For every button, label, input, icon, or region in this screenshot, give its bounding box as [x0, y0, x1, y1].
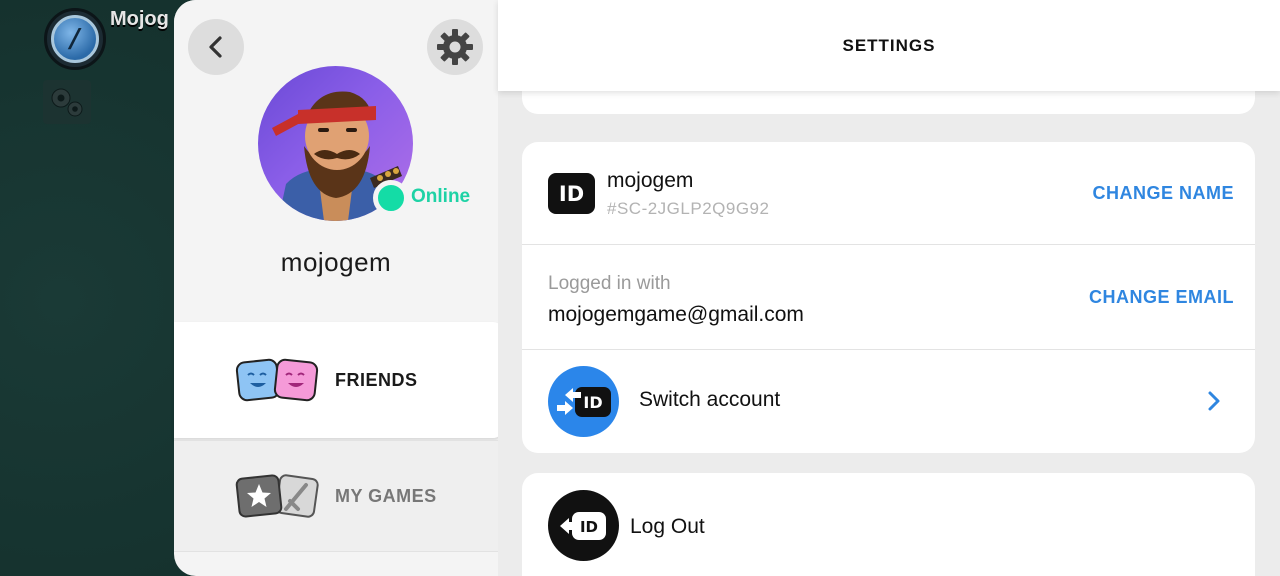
nav-item-my-games[interactable]: MY GAMES — [174, 440, 498, 552]
logout-arrow-icon: ID — [559, 511, 606, 540]
login-caption: Logged in with — [548, 273, 671, 294]
nav-item-my-games-label: MY GAMES — [335, 485, 437, 506]
profile-username: mojogem — [280, 247, 392, 277]
game-player-name: Mojog — [110, 8, 169, 30]
switch-account-badge-text: ID — [583, 393, 602, 412]
switch-account-icon: ID — [548, 366, 619, 437]
account-tag: #SC-2JGLP2Q9G92 — [607, 199, 770, 218]
logout-badge-text: ID — [579, 518, 597, 536]
settings-area: SETTINGS ID mojogem #SC-2JGLP2Q9G92 CHAN… — [498, 0, 1280, 576]
online-status-label: Online — [411, 186, 471, 207]
game-settings-button[interactable] — [43, 80, 91, 124]
gears-icon — [51, 88, 83, 117]
nav-item-friends-label: FRIENDS — [335, 369, 418, 390]
nav-item-friends[interactable]: FRIENDS — [174, 322, 503, 438]
switch-arrows-icon: ID — [556, 386, 611, 417]
games-cards-icon — [235, 474, 319, 518]
account-card: ID mojogem #SC-2JGLP2Q9G92 CHANGE NAME L… — [522, 142, 1255, 453]
online-status-dot — [373, 180, 409, 216]
settings-header: SETTINGS — [498, 0, 1280, 91]
switch-account-label: Switch account — [639, 388, 781, 411]
account-email: mojogemgame@gmail.com — [548, 303, 804, 326]
profile-settings-button[interactable] — [427, 19, 483, 75]
account-email-row: Logged in with mojogemgame@gmail.com CHA… — [522, 245, 1255, 350]
chevron-left-icon — [209, 36, 222, 58]
logout-label: Log Out — [630, 515, 705, 538]
logout-card[interactable]: ID Log Out — [522, 473, 1255, 576]
id-badge-icon: ID — [548, 173, 595, 214]
logout-icon: ID — [548, 490, 619, 561]
gear-icon — [437, 29, 473, 65]
game-player-avatar[interactable]: / — [44, 8, 106, 70]
chevron-right-icon — [1208, 391, 1220, 411]
account-name: mojogem — [607, 169, 694, 192]
switch-account-row[interactable]: ID Switch account — [522, 350, 1255, 453]
profile-panel: Online mojogem FRIENDS MY GAMES — [174, 0, 503, 576]
change-email-button[interactable]: CHANGE EMAIL — [1089, 287, 1234, 308]
game-avatar-letter: / — [51, 15, 99, 63]
back-button[interactable] — [188, 19, 244, 75]
settings-title: SETTINGS — [842, 35, 936, 55]
change-name-button[interactable]: CHANGE NAME — [1092, 183, 1234, 204]
profile-header: Online mojogem — [174, 0, 498, 320]
account-id-row: ID mojogem #SC-2JGLP2Q9G92 CHANGE NAME — [522, 142, 1255, 245]
friends-faces-icon — [235, 358, 319, 402]
